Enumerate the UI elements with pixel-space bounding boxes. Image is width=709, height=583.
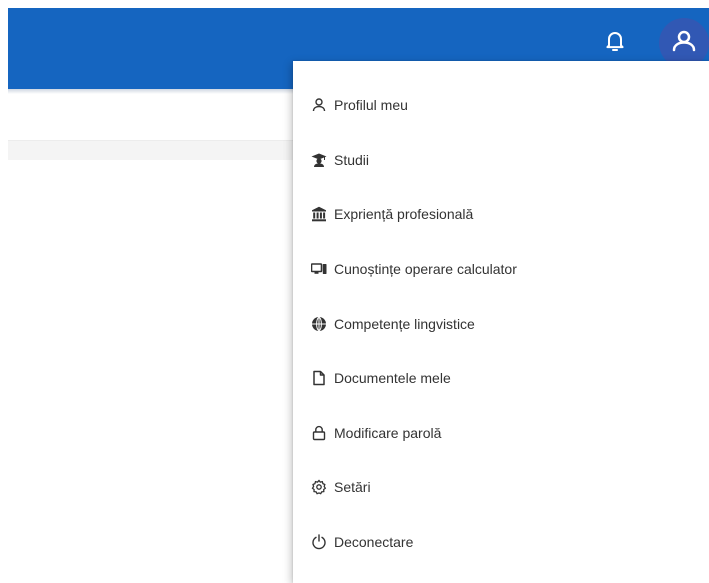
menu-item-label: Modificare parolă [334, 425, 442, 441]
menu-item-language-skills[interactable]: Competențe lingvistice [293, 302, 709, 346]
computer-icon [309, 259, 329, 279]
menu-item-label: Competențe lingvistice [334, 316, 475, 332]
menu-item-label: Profilul meu [334, 97, 408, 113]
lock-icon [309, 423, 329, 443]
menu-item-profile[interactable]: Profilul meu [293, 83, 709, 127]
menu-item-label: Studii [334, 152, 370, 168]
menu-item-settings[interactable]: Setări [293, 465, 709, 509]
file-icon [309, 368, 329, 388]
menu-item-my-documents[interactable]: Documentele mele [293, 356, 709, 400]
menu-item-label: Cunoștințe operare calculator [334, 261, 517, 277]
menu-item-label: Deconectare [334, 534, 414, 550]
page: Profilul meu Studii Expriență profesiona… [0, 0, 709, 583]
power-icon [309, 532, 329, 552]
bell-icon [603, 29, 627, 58]
globe-icon [309, 314, 329, 334]
menu-item-label: Expriență profesională [334, 206, 474, 222]
user-menu: Profilul meu Studii Expriență profesiona… [293, 61, 709, 583]
menu-item-logout[interactable]: Deconectare [293, 520, 709, 564]
menu-item-change-password[interactable]: Modificare parolă [293, 411, 709, 455]
bank-icon [309, 204, 329, 224]
gear-icon [309, 477, 329, 497]
menu-item-professional-experience[interactable]: Expriență profesională [293, 192, 709, 236]
menu-item-label: Documentele mele [334, 370, 451, 386]
user-icon [309, 95, 329, 115]
menu-item-label: Setări [334, 479, 371, 495]
menu-item-computer-skills[interactable]: Cunoștințe operare calculator [293, 247, 709, 291]
user-icon [670, 27, 698, 60]
menu-item-studies[interactable]: Studii [293, 138, 709, 182]
graduate-icon [309, 150, 329, 170]
notifications-button[interactable] [596, 24, 634, 62]
